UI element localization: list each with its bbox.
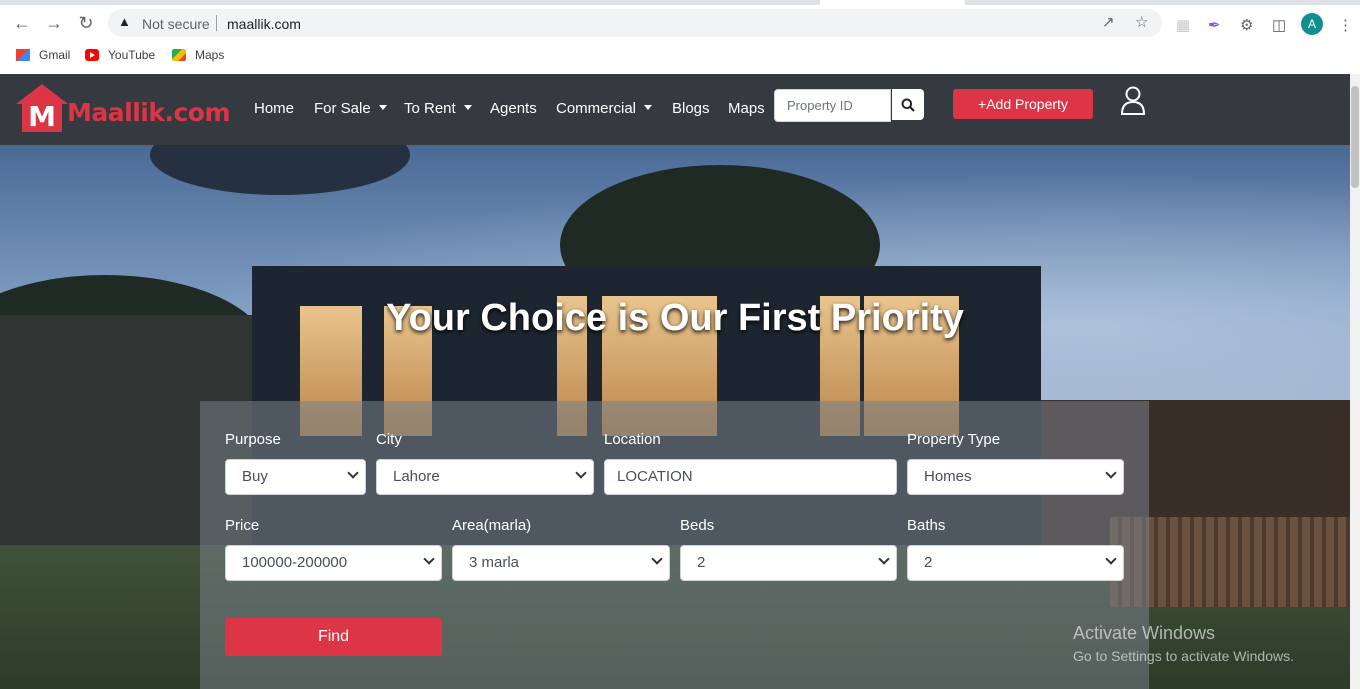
url-text[interactable]: maallik.com	[227, 16, 301, 32]
forward-icon[interactable]: →	[42, 11, 66, 35]
bookmark-label: YouTube	[108, 48, 156, 62]
nav-commercial[interactable]: Commercial	[556, 100, 653, 117]
select-value: 100000-200000	[242, 554, 348, 571]
user-account-icon[interactable]	[1120, 86, 1146, 116]
property-type-select[interactable]: Homes	[907, 459, 1124, 495]
price-select[interactable]: 100000-200000	[225, 545, 442, 581]
purpose-label: Purpose	[225, 431, 281, 448]
city-label: City	[376, 431, 402, 448]
nav-label: To Rent	[404, 100, 456, 117]
gmail-icon	[16, 49, 30, 61]
property-search-form: Purpose Buy City Lahore Location LOCATIO…	[200, 401, 1149, 689]
logo-text: Maallik.com	[67, 97, 231, 127]
chevron-down-icon	[878, 553, 890, 565]
reload-icon[interactable]: ↻	[74, 11, 98, 35]
nav-label: Commercial	[556, 100, 637, 117]
bookmark-maps[interactable]: Maps	[172, 48, 224, 62]
beds-select[interactable]: 2	[680, 545, 897, 581]
nav-label: Maps	[728, 100, 765, 117]
chevron-down-icon	[347, 467, 359, 479]
beds-label: Beds	[680, 517, 715, 534]
activate-windows-title: Activate Windows	[1073, 623, 1216, 643]
area-label: Area(marla)	[452, 517, 532, 534]
security-label[interactable]: Not secure	[142, 16, 210, 32]
caret-down-icon	[463, 105, 472, 110]
add-property-button[interactable]: +Add Property	[953, 89, 1093, 119]
nav-agents[interactable]: Agents	[490, 100, 537, 117]
price-label: Price	[225, 517, 260, 534]
nav-label: For Sale	[314, 100, 371, 117]
youtube-icon	[85, 49, 99, 61]
caret-down-icon	[644, 105, 653, 110]
nav-blogs[interactable]: Blogs	[672, 100, 710, 117]
bookmarks-bar: Gmail YouTube Maps	[0, 42, 1360, 68]
nav-label: Home	[254, 100, 295, 117]
select-value: 2	[924, 554, 933, 571]
bookmark-label: Gmail	[39, 48, 71, 62]
purpose-select[interactable]: Buy	[225, 459, 366, 495]
back-icon[interactable]: ←	[10, 11, 34, 35]
chevron-down-icon	[423, 553, 435, 565]
city-select[interactable]: Lahore	[376, 459, 594, 495]
bookmark-star-icon[interactable]: ☆	[1135, 13, 1148, 31]
find-button[interactable]: Find	[225, 618, 442, 656]
select-value: Lahore	[393, 468, 440, 485]
browser-chrome: ← → ↻ ▲ Not secure maallik.com ↗ ☆ ▦ ✒ ⚙…	[0, 0, 1360, 74]
nav-for-sale[interactable]: For Sale	[314, 100, 387, 117]
activate-windows-subtitle: Go to Settings to activate Windows.	[1073, 648, 1294, 664]
extension-grid-icon[interactable]: ▦	[1176, 16, 1190, 34]
omnibox-divider	[216, 15, 217, 31]
browser-toolbar: ← → ↻ ▲ Not secure maallik.com ↗ ☆ ▦ ✒ ⚙…	[0, 5, 1360, 41]
logo-house-icon: M	[16, 84, 68, 132]
select-value: 2	[697, 554, 706, 571]
bookmark-gmail[interactable]: Gmail	[16, 48, 70, 62]
address-bar[interactable]: ▲ Not secure maallik.com ↗ ☆	[108, 9, 1162, 37]
bookmark-label: Maps	[195, 48, 225, 62]
chevron-down-icon	[1105, 553, 1117, 565]
more-menu-icon[interactable]: ⋮	[1338, 16, 1353, 34]
property-type-label: Property Type	[907, 431, 1001, 448]
property-search-button[interactable]	[892, 89, 924, 120]
extensions-puzzle-icon[interactable]: ⚙	[1240, 16, 1253, 34]
side-panel-icon[interactable]: ◫	[1272, 16, 1286, 34]
maps-icon	[172, 49, 186, 61]
chevron-down-icon	[651, 553, 663, 565]
logo-letter: M	[22, 102, 62, 132]
nav-label: Blogs	[672, 100, 710, 117]
nav-maps[interactable]: Maps	[728, 100, 765, 117]
warning-icon[interactable]: ▲	[118, 14, 131, 29]
chevron-down-icon	[575, 467, 587, 479]
location-label: Location	[604, 431, 661, 448]
select-value: Homes	[924, 468, 972, 485]
hero-title: Your Choice is Our First Priority	[386, 297, 964, 339]
share-icon[interactable]: ↗	[1102, 13, 1115, 31]
extension-feather-icon[interactable]: ✒	[1208, 16, 1221, 34]
bookmark-youtube[interactable]: YouTube	[85, 48, 155, 62]
scrollbar-thumb[interactable]	[1351, 86, 1359, 188]
baths-select[interactable]: 2	[907, 545, 1124, 581]
caret-down-icon	[378, 105, 387, 110]
hero-section: Your Choice is Our First Priority Purpos…	[0, 145, 1350, 689]
page-scrollbar[interactable]	[1350, 74, 1360, 689]
area-select[interactable]: 3 marla	[452, 545, 670, 581]
baths-label: Baths	[907, 517, 946, 534]
nav-label: Agents	[490, 100, 537, 117]
profile-avatar[interactable]: A	[1301, 13, 1323, 35]
select-value: Buy	[242, 468, 268, 485]
site-navbar: M Maallik.com Home For Sale To Rent Agen…	[0, 74, 1350, 145]
chevron-down-icon	[1105, 467, 1117, 479]
location-input[interactable]: LOCATION	[604, 459, 897, 495]
select-value: 3 marla	[469, 554, 520, 571]
nav-home[interactable]: Home	[254, 100, 294, 117]
property-id-input[interactable]: Property ID	[774, 89, 891, 122]
site-logo[interactable]: M Maallik.com	[16, 83, 231, 133]
nav-to-rent[interactable]: To Rent	[404, 100, 472, 117]
search-icon	[901, 98, 915, 112]
